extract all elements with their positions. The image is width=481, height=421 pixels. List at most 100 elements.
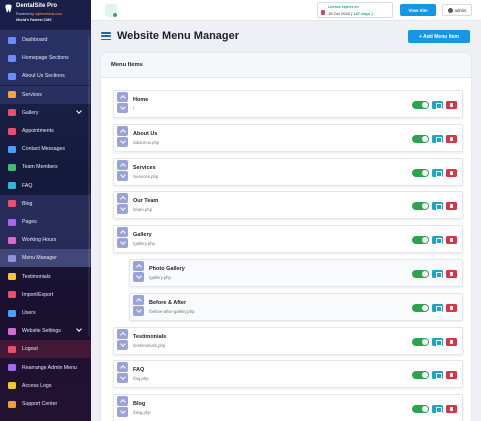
menu-item-name: Home: [133, 97, 149, 103]
sidebar-item-about-us-sections[interactable]: About Us Sections: [0, 67, 91, 86]
delete-icon[interactable]: [446, 405, 457, 414]
move-up-icon[interactable]: [133, 261, 144, 271]
menu-item-row[interactable]: Gallery/gallery.php: [113, 225, 463, 254]
sidebar-item-contact-messages[interactable]: Contact Messages: [0, 140, 91, 158]
move-down-icon[interactable]: [117, 238, 128, 249]
menu-item-row[interactable]: Our Team/team.php: [113, 191, 463, 220]
enabled-toggle[interactable]: [412, 337, 429, 346]
delete-icon[interactable]: [446, 337, 457, 346]
delete-icon[interactable]: [446, 101, 457, 109]
enabled-toggle[interactable]: [412, 101, 429, 109]
enabled-toggle[interactable]: [412, 371, 429, 380]
move-down-icon[interactable]: [133, 272, 144, 282]
reorder-controls: [117, 328, 128, 351]
menu-item-row[interactable]: Before & After/before-after-gallery.php: [129, 292, 463, 321]
delete-icon[interactable]: [446, 134, 457, 143]
edit-icon[interactable]: [432, 101, 443, 109]
sidebar-item-faq[interactable]: FAQ: [0, 177, 91, 195]
move-down-icon[interactable]: [117, 373, 128, 384]
sidebar-item-menu-manager[interactable]: Menu Manager: [0, 249, 91, 268]
move-up-icon[interactable]: [117, 362, 128, 373]
sidebar-scrollbar[interactable]: [88, 36, 90, 336]
move-down-icon[interactable]: [117, 136, 128, 147]
sidebar-item-dashboard[interactable]: Dashboard: [0, 31, 91, 49]
edit-icon[interactable]: [432, 202, 443, 211]
sidebar-item-testimonials[interactable]: Testimonials: [0, 268, 91, 286]
delete-icon[interactable]: [446, 202, 457, 211]
enabled-toggle[interactable]: [412, 405, 429, 414]
edit-icon[interactable]: [432, 134, 443, 143]
move-down-icon[interactable]: [117, 339, 128, 350]
chevron-down-icon[interactable]: [76, 107, 82, 114]
sidebar-item-appointments[interactable]: Appointments: [0, 122, 91, 140]
sidebar-item-support-center[interactable]: Support Center: [0, 395, 91, 413]
delete-icon[interactable]: [446, 270, 457, 278]
site-logo-icon[interactable]: [105, 4, 118, 18]
move-down-icon[interactable]: [117, 407, 128, 418]
move-up-icon[interactable]: [117, 227, 128, 238]
menu-item-row[interactable]: FAQ/faq.php: [113, 360, 463, 389]
delete-icon[interactable]: [446, 371, 457, 380]
enabled-toggle[interactable]: [412, 303, 429, 312]
sidebar-item-gallery[interactable]: Gallery: [0, 104, 91, 122]
delete-icon[interactable]: [446, 303, 457, 312]
enabled-toggle[interactable]: [412, 202, 429, 211]
menu-item-row[interactable]: Testimonials/testimonials.php: [113, 326, 463, 355]
edit-icon[interactable]: [432, 168, 443, 177]
page-title: Website Menu Manager: [117, 30, 240, 42]
sidebar-item-users[interactable]: Users: [0, 304, 91, 322]
sidebar-item-rearrange-admin-menu[interactable]: Rearrange Admin Menu: [0, 359, 91, 377]
sidebar-item-working-hours[interactable]: Working Hours: [0, 231, 91, 250]
delete-icon[interactable]: [446, 168, 457, 177]
add-menu-item-button[interactable]: + Add Menu Item: [408, 30, 470, 43]
menu-item-row[interactable]: Services/services.php: [113, 157, 463, 186]
move-down-icon[interactable]: [117, 170, 128, 181]
menu-toggle-icon[interactable]: [101, 32, 111, 41]
enabled-toggle[interactable]: [412, 270, 429, 278]
sidebar-item-homepage-sections[interactable]: Homepage Sections: [0, 49, 91, 68]
sidebar-item-logout[interactable]: Logout: [0, 340, 91, 359]
move-up-icon[interactable]: [117, 396, 128, 407]
delete-icon[interactable]: [446, 236, 457, 245]
chevron-down-icon[interactable]: [76, 326, 82, 333]
sidebar-item-website-settings[interactable]: Website Settings: [0, 322, 91, 340]
sidebar-item-pages[interactable]: Pages: [0, 213, 91, 231]
move-up-icon[interactable]: [117, 159, 128, 170]
move-up-icon[interactable]: [133, 294, 144, 305]
move-down-icon[interactable]: [117, 103, 128, 113]
move-up-icon[interactable]: [117, 92, 128, 102]
sidebar-item-team-members[interactable]: Team Members: [0, 158, 91, 176]
menu-item-row[interactable]: Home /: [113, 90, 463, 118]
brand-powered-link[interactable]: mythreebeds.com: [35, 12, 62, 16]
move-up-icon[interactable]: [117, 193, 128, 204]
sidebar-item-services[interactable]: Services: [0, 85, 91, 104]
brand-powered-prefix: Powered by: [16, 12, 35, 16]
enabled-toggle[interactable]: [412, 134, 429, 143]
sidebar-item-blog[interactable]: Blog: [0, 194, 91, 213]
edit-icon[interactable]: [432, 405, 443, 414]
edit-icon[interactable]: [432, 303, 443, 312]
menu-item-row[interactable]: Photo Gallery/gallery.php: [129, 259, 463, 287]
edit-icon[interactable]: [432, 236, 443, 245]
sidebar-item-import-export[interactable]: Import/Export: [0, 286, 91, 304]
view-site-button[interactable]: View Site: [400, 4, 436, 16]
menu-item-row[interactable]: About Us/about-us.php: [113, 123, 463, 152]
sidebar-item-label: Menu Manager: [22, 255, 57, 262]
file-icon: [8, 218, 16, 226]
enabled-toggle[interactable]: [412, 236, 429, 245]
edit-icon[interactable]: [432, 337, 443, 346]
brand[interactable]: DentalSite Pro Powered by mythreebeds.co…: [0, 0, 91, 31]
edit-icon[interactable]: [432, 270, 443, 278]
view-site-label: View Site: [408, 7, 428, 13]
reorder-controls: [117, 362, 128, 384]
edit-icon[interactable]: [432, 371, 443, 380]
user-menu-button[interactable]: admin: [442, 4, 472, 16]
move-up-icon[interactable]: [117, 125, 128, 136]
topbar: License expires on 15 Oct 2026 ( 187 day…: [91, 0, 481, 21]
move-down-icon[interactable]: [117, 204, 128, 215]
menu-item-row[interactable]: Blog/blog.php: [113, 394, 463, 421]
sidebar-item-access-logs[interactable]: Access Logs: [0, 377, 91, 395]
move-up-icon[interactable]: [117, 328, 128, 339]
enabled-toggle[interactable]: [412, 168, 429, 177]
move-down-icon[interactable]: [133, 305, 144, 316]
